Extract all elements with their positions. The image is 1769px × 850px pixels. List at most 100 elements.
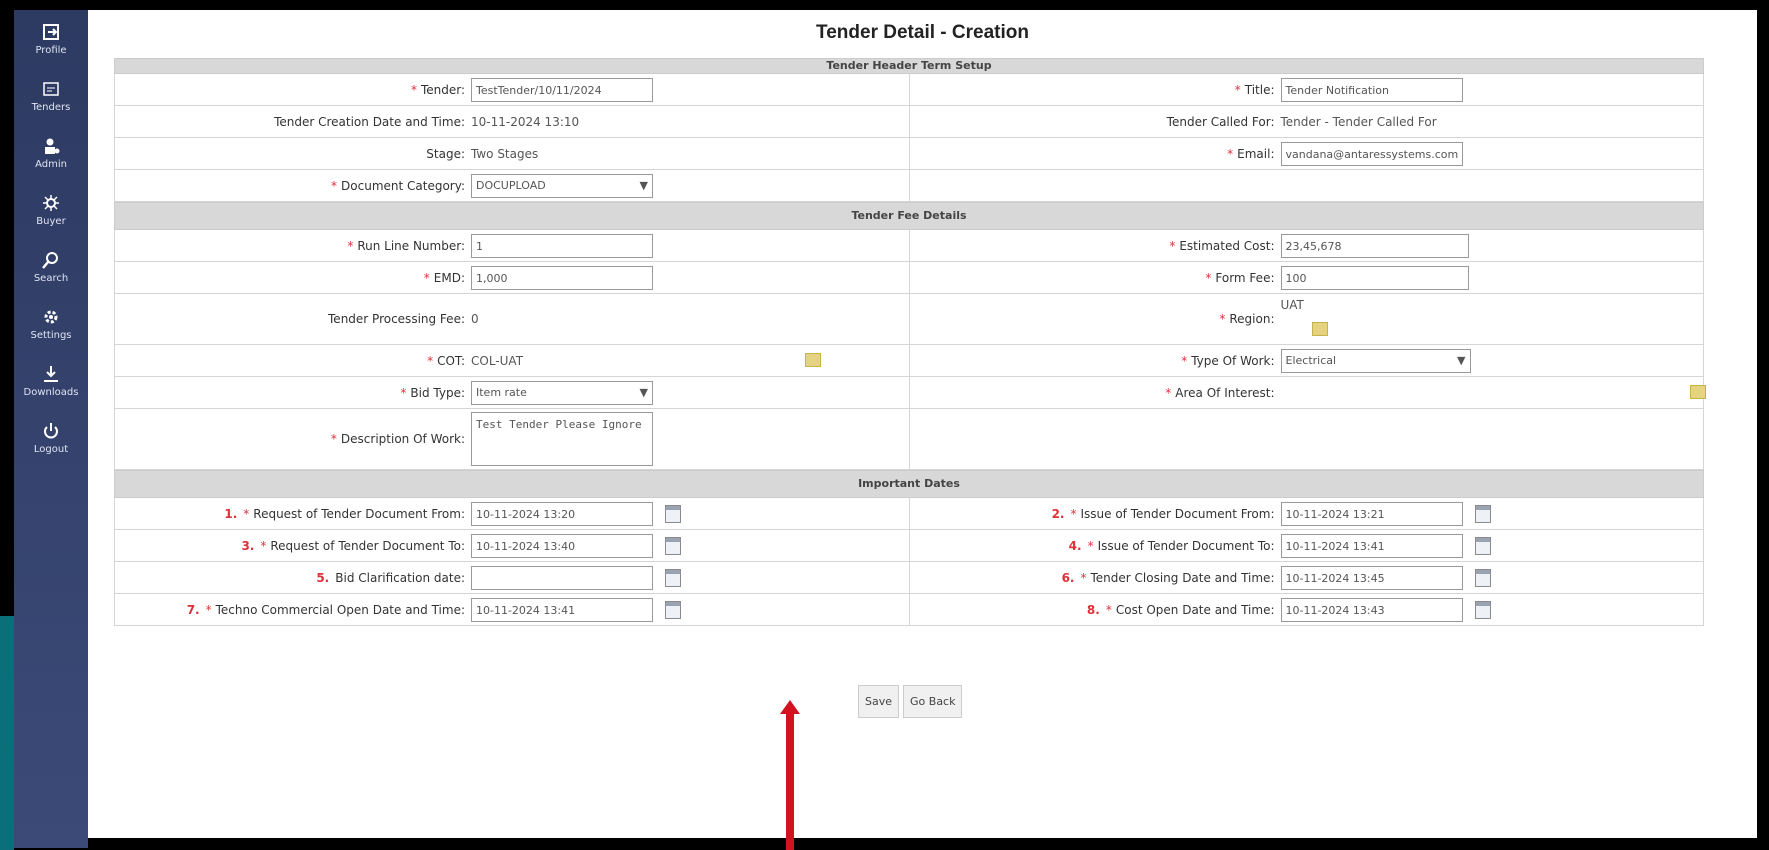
- form-row: * Run Line Number: 1 * Estimated Cost: 23,…: [114, 230, 1704, 262]
- sidebar-item-label: Search: [33, 273, 69, 284]
- date-number: 6.: [1061, 570, 1075, 585]
- title-label: Title:: [1244, 82, 1275, 97]
- form-row: 5. Bid Clarification date: 6. * Tender Closi…: [114, 562, 1704, 594]
- form-row: * Bid Type: Item rate ▼ * Area Of Interest:: [114, 377, 1706, 409]
- sidebar-item-label: Admin: [35, 159, 67, 170]
- email-input[interactable]: vandana@antaressystems.com: [1280, 141, 1463, 166]
- form-row: 7. * Techno Commercial Open Date and Time:…: [114, 594, 1704, 626]
- estimated-cost-input[interactable]: 23,45,678: [1280, 233, 1469, 258]
- section-important-dates: Important Dates: [114, 470, 1704, 498]
- sidebar-item-label: Profile: [35, 45, 67, 56]
- calendar-icon[interactable]: [665, 600, 681, 619]
- chevron-down-icon: ▼: [639, 178, 648, 192]
- section-header-term-setup: Tender Header Term Setup: [114, 58, 1704, 74]
- date-input[interactable]: 10-11-2024 13:40: [471, 533, 653, 558]
- date-number: 8.: [1086, 602, 1100, 617]
- date-number: 5.: [316, 570, 330, 585]
- date-input[interactable]: 10-11-2024 13:21: [1280, 501, 1463, 526]
- sidebar-item-downloads[interactable]: Downloads: [14, 352, 88, 409]
- run-line-label: Run Line Number:: [357, 238, 465, 253]
- sidebar-item-label: Settings: [30, 330, 72, 341]
- date-input[interactable]: 10-11-2024 13:43: [1280, 597, 1463, 622]
- sidebar: Profile Tenders Admin Buyer Search Setti…: [14, 10, 88, 848]
- form-row: * Document Category: DOCUPLOAD ▼: [114, 170, 1704, 202]
- chevron-down-icon: ▼: [639, 385, 648, 399]
- profile-icon: [40, 21, 62, 43]
- sidebar-item-logout[interactable]: Logout: [14, 409, 88, 466]
- description-textarea[interactable]: Test Tender Please Ignore: [471, 412, 653, 466]
- date-input[interactable]: 10-11-2024 13:41: [1280, 533, 1463, 558]
- estimated-cost-label: Estimated Cost:: [1179, 238, 1275, 253]
- date-number: 1.: [224, 506, 238, 521]
- tender-label: Tender:: [420, 82, 465, 97]
- calendar-icon[interactable]: [665, 536, 681, 555]
- work-type-label: Type Of Work:: [1191, 353, 1275, 368]
- red-arrow-annotation: [780, 700, 800, 850]
- sidebar-item-profile[interactable]: Profile: [14, 10, 88, 67]
- sidebar-item-buyer[interactable]: Buyer: [14, 181, 88, 238]
- tender-input[interactable]: TestTender/10/11/2024: [471, 77, 653, 102]
- chevron-down-icon: ▼: [1457, 353, 1466, 367]
- calendar-icon[interactable]: [1474, 504, 1491, 523]
- run-line-input[interactable]: 1: [471, 233, 653, 258]
- save-button[interactable]: Save: [858, 685, 900, 718]
- region-value: UAT: [1280, 298, 1304, 312]
- bid-type-value: Item rate: [476, 385, 527, 399]
- form-row: Tender Processing Fee: 0 * Region: UAT: [114, 294, 1704, 345]
- sidebar-item-tenders[interactable]: Tenders: [14, 67, 88, 124]
- sidebar-item-label: Downloads: [23, 387, 79, 398]
- date-input[interactable]: 10-11-2024 13:45: [1280, 565, 1463, 590]
- sidebar-item-label: Logout: [33, 444, 69, 455]
- calendar-icon[interactable]: [1474, 600, 1491, 619]
- page-title: Tender Detail - Creation: [816, 22, 1029, 43]
- emd-input[interactable]: 1,000: [471, 265, 653, 290]
- creation-date-label: Tender Creation Date and Time:: [274, 114, 465, 129]
- called-for-value: Tender - Tender Called For: [1280, 114, 1437, 129]
- calendar-icon[interactable]: [1474, 536, 1491, 555]
- main-content: Tender Detail - Creation Tender Header T…: [88, 10, 1757, 838]
- doc-category-select[interactable]: DOCUPLOAD ▼: [471, 173, 653, 198]
- sidebar-item-search[interactable]: Search: [14, 238, 88, 295]
- date-label: Bid Clarification date:: [335, 570, 465, 585]
- form-row: * COT: COL-UAT * Type Of Work: Electrical ▼: [114, 345, 1704, 377]
- date-input[interactable]: 10-11-2024 13:20: [471, 501, 653, 526]
- date-label: Issue of Tender Document To:: [1097, 538, 1275, 553]
- form-row: * Description Of Work: Test Tender Please…: [114, 409, 1704, 470]
- download-icon: [40, 363, 62, 385]
- go-back-button[interactable]: Go Back: [903, 685, 963, 718]
- date-rows: 1. * Request of Tender Document From: 10-11…: [114, 498, 1704, 626]
- sidebar-item-settings[interactable]: Settings: [14, 295, 88, 352]
- admin-icon: [40, 135, 62, 157]
- date-label: Issue of Tender Document From:: [1080, 506, 1275, 521]
- calendar-icon[interactable]: [1474, 568, 1491, 587]
- title-input[interactable]: Tender Notification: [1280, 77, 1463, 102]
- form-row: 1. * Request of Tender Document From: 10-11…: [114, 498, 1704, 530]
- date-label: Techno Commercial Open Date and Time:: [215, 602, 465, 617]
- action-buttons: Save Go Back: [858, 685, 963, 718]
- work-type-select[interactable]: Electrical ▼: [1280, 348, 1471, 373]
- date-input[interactable]: [471, 565, 653, 590]
- sidebar-item-label: Tenders: [31, 102, 71, 113]
- form-fee-input[interactable]: 100: [1280, 265, 1469, 290]
- called-for-label: Tender Called For:: [1166, 114, 1275, 129]
- area-of-interest-label: Area Of Interest:: [1175, 385, 1275, 400]
- bid-type-label: Bid Type:: [410, 385, 465, 400]
- area-lookup-icon[interactable]: [1689, 385, 1706, 399]
- calendar-icon[interactable]: [665, 568, 681, 587]
- sidebar-item-admin[interactable]: Admin: [14, 124, 88, 181]
- date-input[interactable]: 10-11-2024 13:41: [471, 597, 653, 622]
- form-row: Stage: Two Stages * Email: vandana@antare…: [114, 138, 1704, 170]
- bid-type-select[interactable]: Item rate ▼: [471, 380, 653, 405]
- emd-label: EMD:: [433, 270, 465, 285]
- processing-fee-label: Tender Processing Fee:: [328, 312, 465, 326]
- form-row: 3. * Request of Tender Document To: 10-11-2…: [114, 530, 1704, 562]
- tender-icon: [40, 78, 62, 100]
- background-accent: [0, 616, 14, 850]
- calendar-icon[interactable]: [665, 504, 681, 523]
- form-fee-label: Form Fee:: [1215, 270, 1275, 285]
- cot-lookup-icon[interactable]: [805, 353, 821, 367]
- region-lookup-icon[interactable]: [1311, 322, 1328, 336]
- tender-form: Tender Header Term Setup * Tender: TestTe…: [114, 58, 1706, 626]
- date-number: 7.: [186, 602, 200, 617]
- stage-value: Two Stages: [471, 146, 539, 161]
